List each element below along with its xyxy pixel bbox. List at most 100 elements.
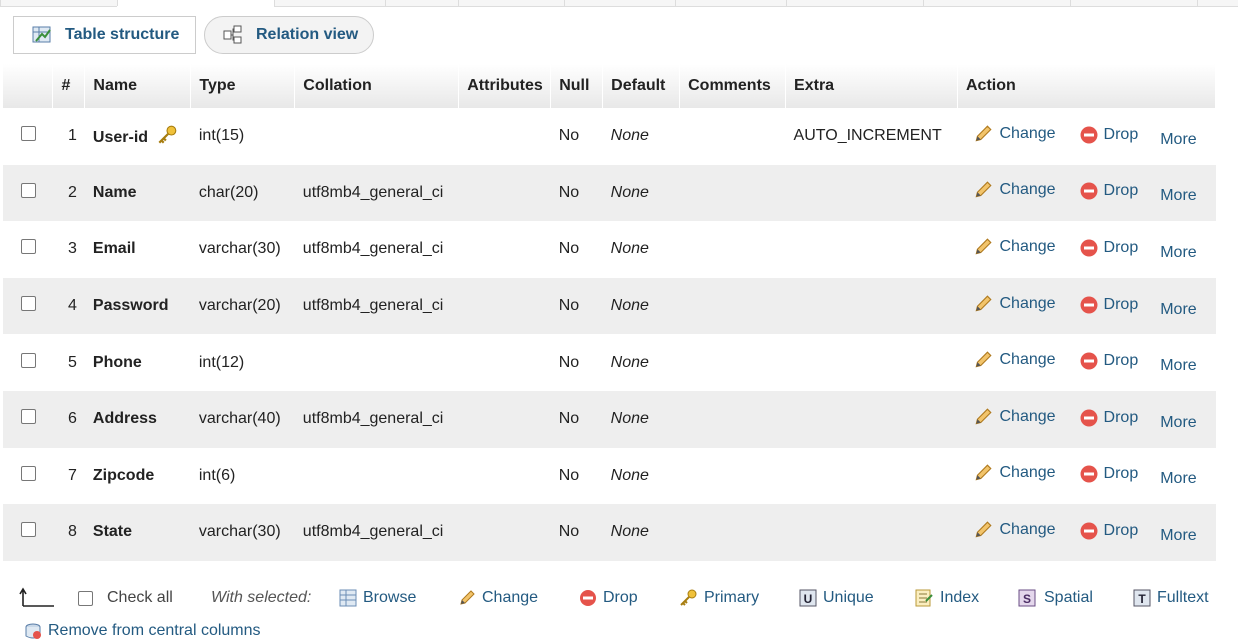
field-collation: utf8mb4_general_ci — [294, 504, 459, 561]
header-num[interactable]: # — [52, 64, 86, 108]
remove-central-button[interactable]: Remove from central columns — [24, 622, 261, 640]
bulk-change-button[interactable]: Change — [458, 589, 538, 607]
field-extra — [785, 334, 958, 391]
field-default: None — [602, 277, 680, 335]
field-attributes — [458, 221, 551, 278]
field-name-cell: Email — [84, 221, 191, 278]
table-row: 7 Zipcode int(6) No None Change Drop More — [3, 447, 1216, 505]
row-checkbox[interactable] — [21, 126, 36, 142]
drop-action[interactable]: Drop — [1080, 521, 1139, 540]
check-all-checkbox[interactable] — [78, 590, 93, 606]
field-comments — [679, 277, 786, 335]
row-select-cell — [3, 390, 53, 448]
row-checkbox[interactable] — [21, 182, 36, 198]
field-extra: AUTO_INCREMENT — [785, 108, 958, 165]
change-action[interactable]: Change — [973, 350, 1056, 370]
bulk-fulltext-button[interactable]: T Fulltext — [1133, 589, 1209, 607]
field-name: Address — [92, 410, 157, 428]
svg-text:T: T — [1138, 592, 1146, 606]
field-collation: utf8mb4_general_ci — [294, 390, 459, 448]
field-name-cell: Zipcode — [84, 447, 191, 505]
header-attributes[interactable]: Attributes — [458, 64, 552, 108]
row-checkbox[interactable] — [21, 465, 36, 481]
change-label: Change — [999, 520, 1056, 538]
field-attributes — [458, 390, 551, 448]
tab-label: Table structure — [65, 26, 180, 43]
tab-relation-view[interactable]: Relation view — [204, 16, 374, 54]
check-all-control[interactable]: Check all — [78, 589, 173, 607]
bulk-unique-button[interactable]: U Unique — [799, 589, 874, 607]
arrow-up-icon — [18, 586, 62, 608]
change-action[interactable]: Change — [973, 463, 1056, 483]
change-action[interactable]: Change — [973, 124, 1056, 144]
table-structure-icon — [32, 25, 52, 45]
row-select-cell — [3, 447, 53, 505]
header-default[interactable]: Default — [602, 64, 681, 108]
field-collation: utf8mb4_general_ci — [294, 277, 459, 335]
drop-label: Drop — [1103, 521, 1139, 539]
field-attributes — [458, 504, 551, 561]
more-action[interactable]: More — [1160, 527, 1196, 544]
drop-action[interactable]: Drop — [1080, 182, 1138, 200]
change-action[interactable]: Change — [973, 520, 1056, 540]
select-header — [3, 64, 54, 108]
header-collation[interactable]: Collation — [294, 64, 460, 108]
field-collation — [294, 334, 459, 391]
field-attributes — [458, 447, 551, 505]
row-checkbox[interactable] — [21, 522, 36, 538]
bulk-primary-button[interactable]: Primary — [678, 589, 759, 607]
row-checkbox[interactable] — [21, 239, 36, 255]
field-name: Name — [92, 183, 137, 201]
bulk-spatial-button[interactable]: S Spatial — [1018, 589, 1093, 607]
change-action[interactable]: Change — [973, 180, 1056, 200]
change-action[interactable]: Change — [973, 294, 1056, 314]
tab-table-structure[interactable]: Table structure — [13, 16, 196, 54]
pencil-icon — [976, 408, 993, 425]
row-number: 4 — [52, 277, 85, 335]
more-action[interactable]: More — [1160, 470, 1196, 487]
field-extra — [785, 504, 958, 561]
change-action[interactable]: Change — [973, 237, 1056, 257]
more-action[interactable]: More — [1160, 244, 1196, 261]
change-action[interactable]: Change — [973, 407, 1056, 427]
more-action[interactable]: More — [1160, 414, 1196, 431]
drop-action[interactable]: Drop — [1080, 126, 1138, 144]
header-extra[interactable]: Extra — [785, 64, 958, 108]
bulk-index-button[interactable]: Index — [914, 589, 979, 607]
field-default: None — [602, 447, 680, 505]
row-checkbox[interactable] — [21, 296, 36, 312]
field-comments — [679, 334, 786, 391]
field-collation: utf8mb4_general_ci — [294, 164, 459, 222]
more-action[interactable]: More — [1160, 187, 1196, 204]
field-attributes — [458, 334, 551, 391]
drop-action[interactable]: Drop — [1080, 352, 1138, 370]
more-action[interactable]: More — [1160, 131, 1196, 148]
header-name[interactable]: Name — [84, 64, 192, 108]
bulk-browse-button[interactable]: Browse — [339, 589, 416, 607]
header-type[interactable]: Type — [190, 64, 296, 108]
field-default: None — [602, 504, 680, 561]
field-null: No — [550, 164, 603, 222]
bulk-primary-label: Primary — [704, 589, 760, 606]
more-action[interactable]: More — [1160, 357, 1196, 374]
row-checkbox[interactable] — [21, 409, 36, 425]
field-type: int(6) — [190, 447, 295, 505]
field-comments — [679, 390, 786, 448]
check-all-label[interactable]: Check all — [107, 589, 173, 607]
drop-action[interactable]: Drop — [1080, 296, 1138, 314]
header-null[interactable]: Null — [550, 64, 604, 108]
row-number: 2 — [52, 164, 85, 222]
header-comments[interactable]: Comments — [679, 64, 787, 108]
row-checkbox[interactable] — [21, 352, 36, 368]
drop-action[interactable]: Drop — [1080, 409, 1138, 427]
row-select-cell — [3, 164, 53, 222]
more-action[interactable]: More — [1160, 301, 1196, 318]
drop-action[interactable]: Drop — [1080, 239, 1138, 257]
field-name: Email — [92, 240, 136, 258]
table-row: 4 Password varchar(20) utf8mb4_general_ci No… — [3, 277, 1216, 335]
field-default: None — [602, 221, 680, 278]
row-number: 1 — [52, 108, 85, 165]
drop-action[interactable]: Drop — [1080, 465, 1138, 483]
bulk-drop-button[interactable]: Drop — [579, 589, 638, 607]
change-label: Change — [999, 237, 1056, 255]
